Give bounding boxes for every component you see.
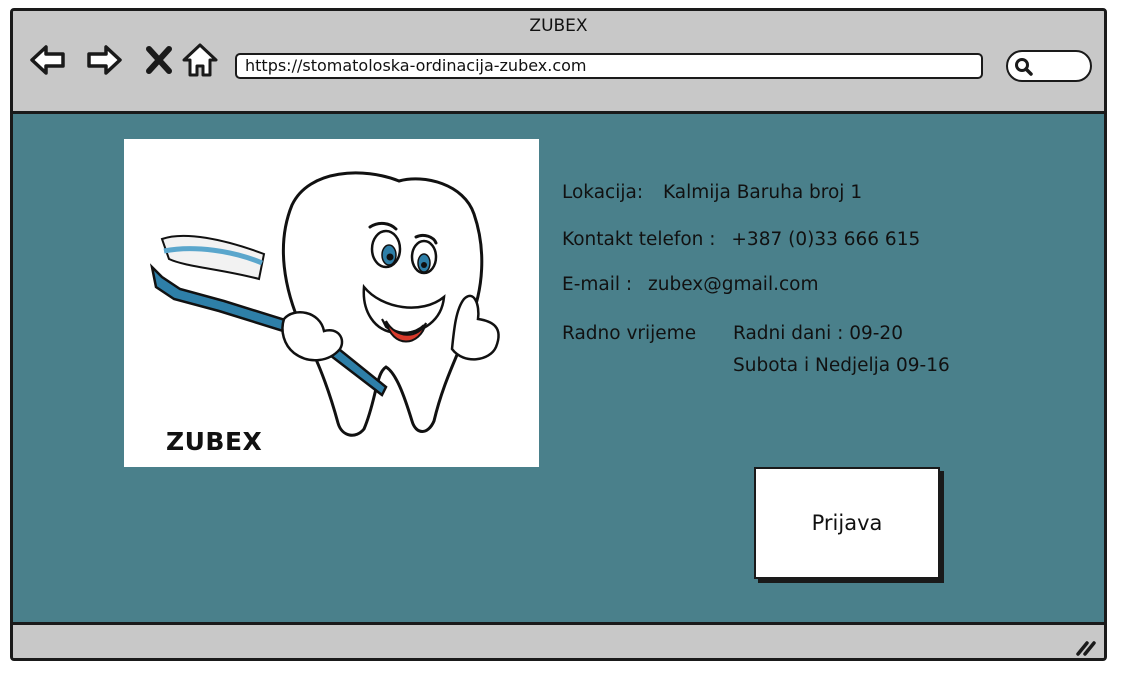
email-value: zubex@gmail.com bbox=[648, 274, 819, 295]
search-box[interactable] bbox=[1006, 50, 1092, 82]
location-label: Lokacija: bbox=[562, 182, 644, 203]
browser-statusbar bbox=[13, 625, 1104, 658]
hours-weekdays: Radni dani : 09-20 bbox=[733, 323, 903, 344]
home-icon[interactable] bbox=[181, 41, 219, 79]
page-content: ZUBEX Lokacija: Kalmija Baruha broj 1 Ko… bbox=[13, 111, 1104, 625]
hours-row: Radno vrijeme bbox=[562, 323, 696, 344]
browser-titlebar: ZUBEX https://stomatoloska-ordinacija-zu… bbox=[13, 11, 1104, 111]
hours-weekend: Subota i Nedjelja 09-16 bbox=[733, 355, 950, 376]
email-label: E-mail : bbox=[562, 274, 633, 295]
tooth-mascot-illustration bbox=[149, 171, 500, 437]
window-title: ZUBEX bbox=[529, 16, 588, 36]
email-row: E-mail : zubex@gmail.com bbox=[562, 274, 818, 295]
phone-label: Kontakt telefon : bbox=[562, 229, 716, 250]
browser-window: ZUBEX https://stomatoloska-ordinacija-zu… bbox=[10, 8, 1107, 661]
logo-caption: ZUBEX bbox=[166, 427, 263, 456]
phone-row: Kontakt telefon : +387 (0)33 666 615 bbox=[562, 229, 920, 250]
location-row: Lokacija: Kalmija Baruha broj 1 bbox=[562, 182, 862, 203]
search-icon bbox=[1015, 58, 1033, 76]
forward-arrow-icon[interactable] bbox=[85, 41, 123, 79]
clinic-logo-image: ZUBEX bbox=[124, 139, 539, 467]
login-button[interactable]: Prijava bbox=[754, 467, 940, 579]
hours-label: Radno vrijeme bbox=[562, 323, 697, 344]
close-icon[interactable] bbox=[140, 41, 178, 79]
back-arrow-icon[interactable] bbox=[29, 41, 67, 79]
phone-value: +387 (0)33 666 615 bbox=[731, 229, 921, 250]
url-input[interactable]: https://stomatoloska-ordinacija-zubex.co… bbox=[235, 53, 983, 79]
resize-grip-icon[interactable] bbox=[1074, 635, 1098, 657]
location-value: Kalmija Baruha broj 1 bbox=[662, 182, 863, 203]
